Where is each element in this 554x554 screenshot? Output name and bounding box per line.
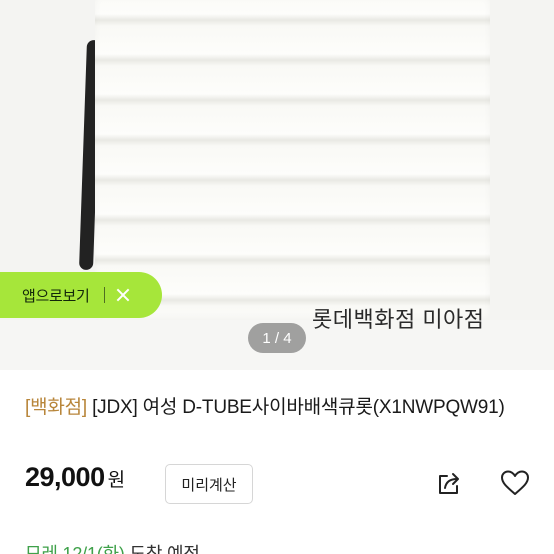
product-tag: [백화점]: [25, 397, 87, 418]
product-name: [JDX] 여성 D-TUBE사이바배색큐롯(X1NWPQW91): [92, 397, 505, 418]
price-calculator-button[interactable]: 미리계산: [165, 464, 253, 504]
delivery-estimate: 모레 12/1(화) 도착 예정: [25, 540, 200, 554]
delivery-status: 도착 예정: [129, 544, 200, 554]
product-price: 29,000 원: [25, 462, 125, 493]
close-icon[interactable]: [115, 287, 131, 303]
image-page-indicator: 1 / 4: [248, 323, 306, 353]
share-icon[interactable]: [434, 468, 464, 498]
price-value: 29,000: [25, 462, 105, 492]
open-in-app-banner[interactable]: 앱으로보기: [0, 272, 162, 318]
skirt-photo: [95, 0, 490, 322]
open-in-app-label[interactable]: 앱으로보기: [22, 285, 90, 306]
price-unit: 원: [107, 470, 125, 491]
heart-icon[interactable]: [499, 468, 531, 498]
banner-divider: [103, 287, 105, 303]
delivery-day: 모레 12/1(화): [25, 544, 125, 554]
product-title: [백화점] [JDX] 여성 D-TUBE사이바배색큐롯(X1NWPQW91): [25, 393, 535, 423]
image-watermark: 롯데백화점 미아점: [312, 307, 485, 332]
